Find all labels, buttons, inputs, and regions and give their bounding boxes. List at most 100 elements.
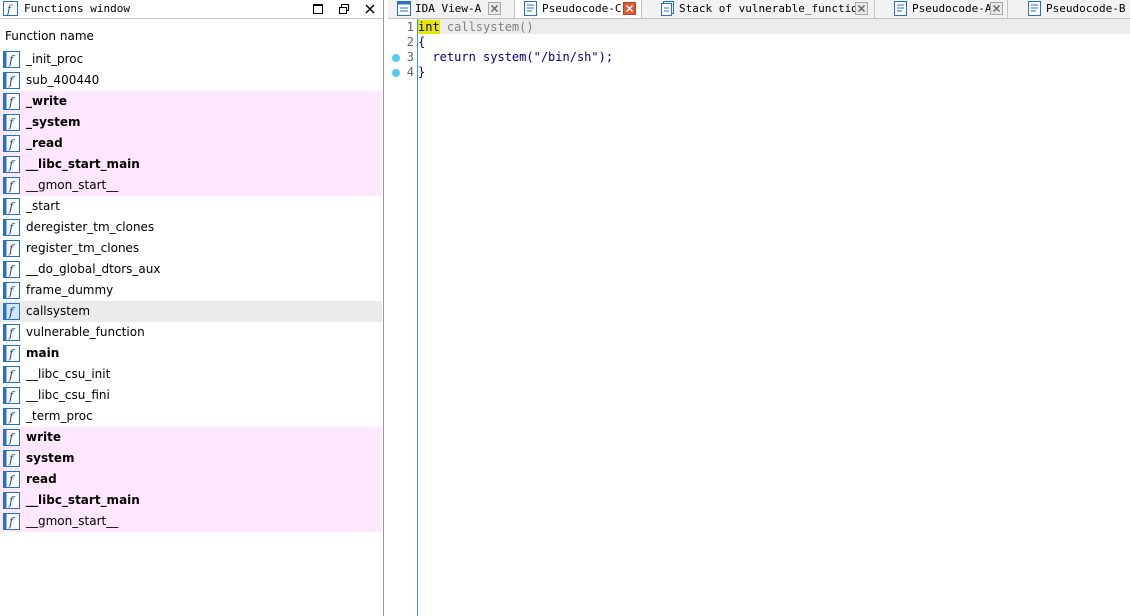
function-icon: f — [3, 114, 20, 131]
function-row[interactable]: f sub_400440 — [0, 70, 382, 91]
function-signature[interactable]: callsystem() — [440, 20, 534, 34]
function-row[interactable]: f __gmon_start__ — [0, 511, 382, 532]
line-number[interactable]: 2 — [388, 35, 415, 50]
function-name: vulnerable_function — [26, 325, 145, 339]
function-icon: f — [3, 471, 20, 488]
function-row[interactable]: f _read — [0, 133, 382, 154]
maximize-icon[interactable] — [310, 1, 326, 17]
tab-bar: IDA View-A Pseudocode-C Stack of vulnerabl… — [388, 0, 1130, 19]
close-tab-icon[interactable] — [855, 2, 868, 15]
line-number[interactable]: 1 — [388, 20, 415, 35]
function-name: _start — [26, 199, 60, 213]
function-name-column-header[interactable]: Function name — [0, 26, 383, 46]
line-number-gutter[interactable]: 1234 — [388, 19, 418, 616]
function-icon: f — [3, 450, 20, 467]
function-icon: f — [3, 156, 20, 173]
function-row[interactable]: f vulnerable_function — [0, 322, 382, 343]
tab-pseudocode-c[interactable]: Pseudocode-C — [515, 0, 642, 18]
function-name: register_tm_clones — [26, 241, 140, 255]
tab-label: Pseudocode-A — [912, 2, 992, 15]
function-name: _term_proc — [26, 409, 93, 423]
line-number-text: 4 — [406, 65, 414, 79]
function-icon: f — [3, 492, 20, 509]
function-row[interactable]: f system — [0, 448, 382, 469]
close-tab-icon[interactable] — [623, 2, 636, 15]
function-icon: f — [3, 303, 20, 320]
function-name: read — [26, 472, 57, 486]
function-name: _system — [26, 115, 81, 129]
tab-pseudocode-a[interactable]: Pseudocode-A — [885, 0, 1008, 18]
function-icon: f — [3, 408, 20, 425]
function-name: _write — [26, 94, 67, 108]
tab-label: Pseudocode-C — [542, 2, 622, 15]
function-icon: f — [3, 1, 18, 16]
functions-window: f Functions window Function name f _init_… — [0, 0, 384, 616]
function-icon: f — [3, 72, 20, 89]
tab-stack-of-vulnerable-function[interactable]: Stack of vulnerable_function — [652, 0, 875, 18]
tab-label: IDA View-A — [415, 2, 482, 15]
keyword-int[interactable]: int — [418, 20, 440, 34]
function-name: deregister_tm_clones — [26, 220, 155, 234]
function-name: __libc_csu_fini — [26, 388, 110, 402]
line-number[interactable]: 4 — [388, 65, 415, 80]
function-name: system — [26, 451, 75, 465]
restore-icon[interactable] — [336, 1, 352, 17]
close-icon[interactable] — [362, 1, 378, 17]
function-icon: f — [3, 198, 20, 215]
code-line-1[interactable]: int callsystem() — [418, 20, 534, 35]
function-name: frame_dummy — [26, 283, 114, 297]
function-row[interactable]: f _write — [0, 91, 382, 112]
code-line-3[interactable]: return system("/bin/sh"); — [418, 50, 613, 65]
functions-window-titlebar[interactable]: f Functions window — [0, 0, 383, 19]
function-icon: f — [3, 219, 20, 236]
function-row[interactable]: f _start — [0, 196, 382, 217]
function-icon: f — [3, 240, 20, 257]
code-line-4[interactable]: } — [418, 65, 425, 80]
function-row[interactable]: f frame_dummy — [0, 280, 382, 301]
pseudocode-icon — [524, 1, 537, 16]
function-row[interactable]: f write — [0, 427, 382, 448]
function-name: main — [26, 346, 60, 360]
function-row[interactable]: f _system — [0, 112, 382, 133]
breakpoint-dot-icon[interactable] — [392, 69, 400, 77]
function-row[interactable]: f deregister_tm_clones — [0, 217, 382, 238]
function-row[interactable]: f read — [0, 469, 382, 490]
function-row[interactable]: f main — [0, 343, 382, 364]
tab-label: Pseudocode-B — [1046, 2, 1126, 15]
function-row[interactable]: f __libc_csu_fini — [0, 385, 382, 406]
disassembly-view-icon — [397, 1, 411, 16]
function-row[interactable]: f register_tm_clones — [0, 238, 382, 259]
function-row[interactable]: f _init_proc — [0, 49, 382, 70]
function-name: _init_proc — [26, 52, 84, 66]
tab-pseudocode-b[interactable]: Pseudocode-B — [1019, 0, 1130, 18]
close-tab-icon[interactable] — [488, 2, 501, 15]
pseudocode-view[interactable]: 1234 int callsystem() { return system("/… — [388, 19, 1130, 616]
function-name: write — [26, 430, 61, 444]
function-row[interactable]: f __gmon_start__ — [0, 175, 382, 196]
function-icon: f — [3, 387, 20, 404]
tab-ida-view-a[interactable]: IDA View-A — [388, 0, 515, 18]
functions-list: f _init_proc f sub_400440 f _write f _system f _r… — [0, 49, 382, 532]
close-tab-icon[interactable] — [990, 2, 1003, 15]
function-icon: f — [3, 429, 20, 446]
function-row[interactable]: f __libc_csu_init — [0, 364, 382, 385]
function-name: __libc_start_main — [26, 493, 140, 507]
line-number-text: 3 — [406, 50, 414, 64]
function-row[interactable]: f __libc_start_main — [0, 490, 382, 511]
line-number[interactable]: 3 — [388, 50, 415, 65]
function-name: __do_global_dtors_aux — [26, 262, 161, 276]
code-line-2[interactable]: { — [418, 35, 425, 50]
column-header-label: Function name — [5, 29, 94, 43]
pseudocode-icon — [1028, 1, 1041, 16]
breakpoint-dot-icon[interactable] — [392, 54, 400, 62]
function-row[interactable]: f __libc_start_main — [0, 154, 382, 175]
line-number-text: 2 — [406, 35, 414, 49]
function-name: __gmon_start__ — [26, 178, 119, 192]
function-row[interactable]: f _term_proc — [0, 406, 382, 427]
function-row[interactable]: f callsystem — [0, 301, 382, 322]
function-row[interactable]: f __do_global_dtors_aux — [0, 259, 382, 280]
function-name: __gmon_start__ — [26, 514, 119, 528]
pseudocode-icon — [894, 1, 907, 16]
function-icon: f — [3, 345, 20, 362]
function-icon: f — [3, 282, 20, 299]
